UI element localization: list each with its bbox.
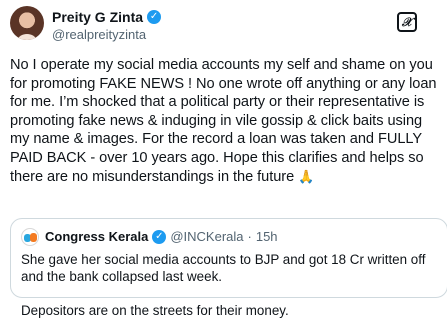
author-handle[interactable]: @realpreityzinta bbox=[52, 27, 146, 42]
tweet-text: No I operate my social media accounts my… bbox=[10, 56, 440, 186]
quoted-tweet[interactable]: Congress Kerala ✓ @INCKerala · 15h She g… bbox=[10, 218, 447, 318]
grok-icon[interactable]: 𝒳 bbox=[397, 12, 417, 32]
quote-text: She gave her social media accounts to BJ… bbox=[21, 251, 436, 319]
avatar[interactable] bbox=[10, 6, 44, 40]
quote-time[interactable]: 15h bbox=[256, 229, 278, 244]
quote-display-name[interactable]: Congress Kerala bbox=[45, 229, 148, 244]
quote-avatar[interactable] bbox=[21, 228, 39, 246]
tweet-body: No I operate my social media accounts my… bbox=[10, 57, 437, 185]
quote-line-1: She gave her social media accounts to BJ… bbox=[21, 252, 426, 284]
pray-emoji: 🙏 bbox=[298, 168, 315, 184]
congress-logo-right bbox=[30, 233, 37, 242]
quote-handle[interactable]: @INCKerala bbox=[170, 229, 243, 244]
author-display-name[interactable]: Preity G Zinta bbox=[52, 9, 143, 25]
author-name-row: Preity G Zinta ✓ bbox=[52, 9, 162, 25]
quote-line-2: Depositors are on the streets for their … bbox=[21, 303, 289, 318]
verified-icon: ✓ bbox=[147, 10, 162, 24]
quote-separator: · bbox=[247, 229, 252, 244]
quote-header: Congress Kerala ✓ @INCKerala · 15h bbox=[45, 229, 278, 244]
verified-icon: ✓ bbox=[152, 229, 167, 244]
